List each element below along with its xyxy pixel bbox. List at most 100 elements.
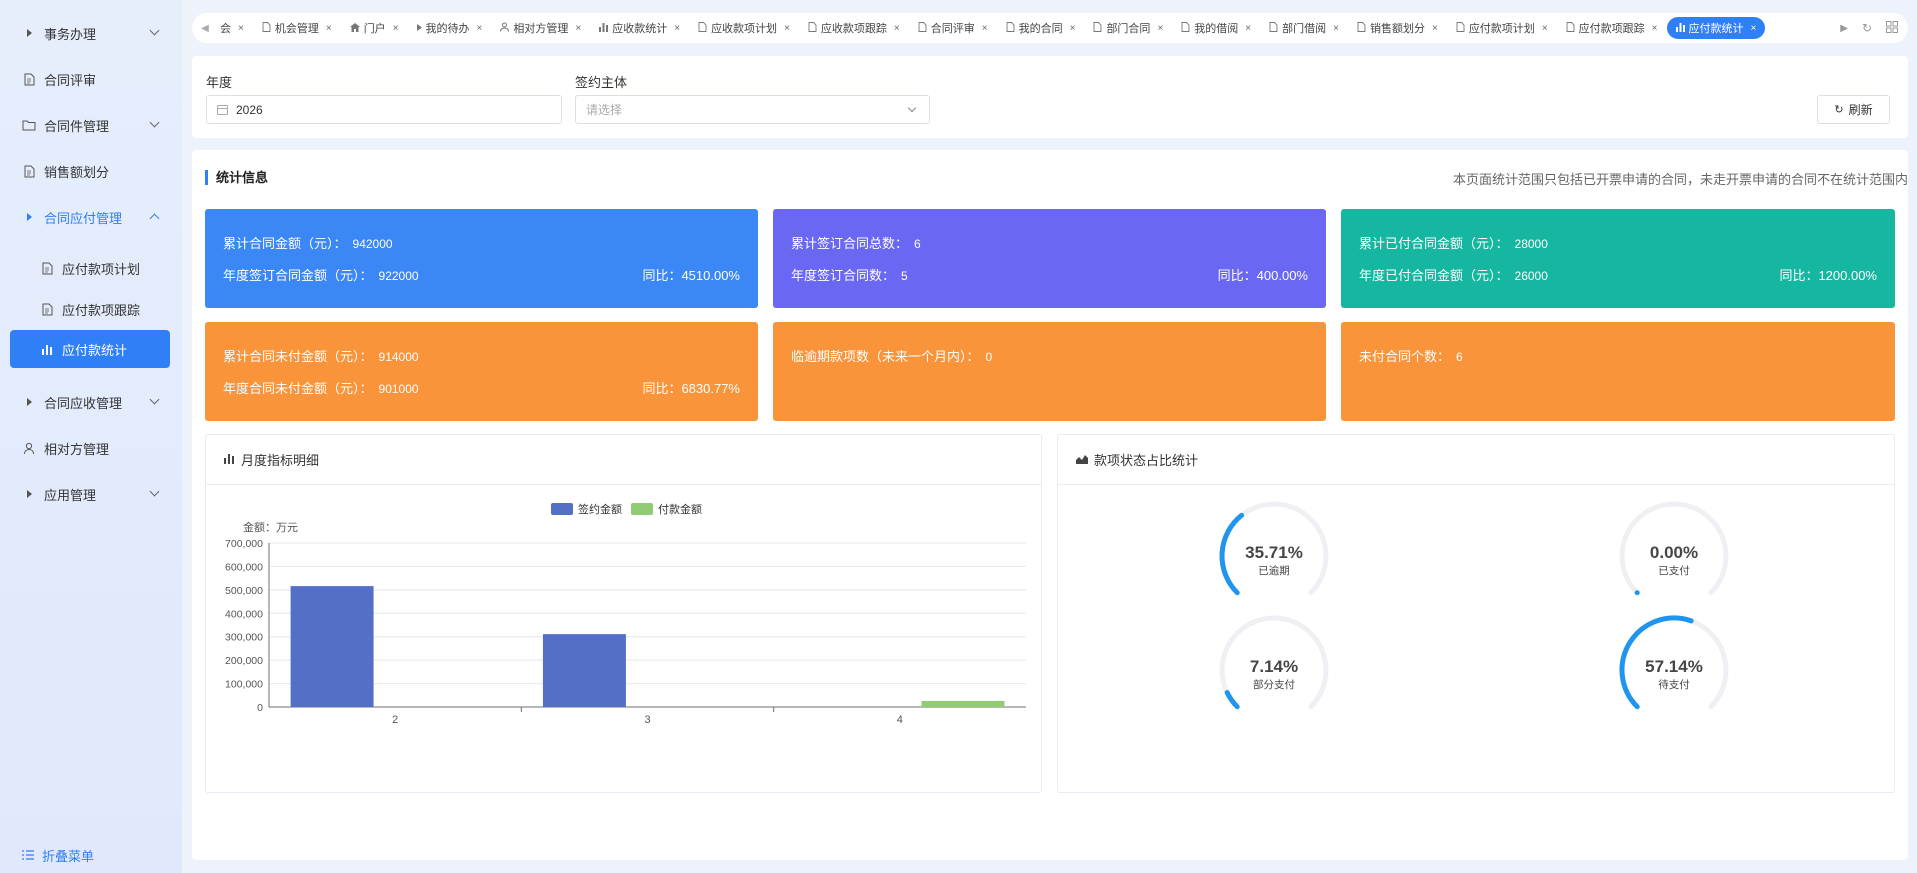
bar-chart: 签约金额 付款金额金额：万元 0 100,000 200,000 300,000 400,0…	[225, 502, 1026, 726]
gauge-progress	[1219, 512, 1245, 596]
close-icon[interactable]: ×	[393, 23, 399, 34]
collapse-menu-button[interactable]: 折叠菜单	[22, 846, 94, 865]
y-tick-label: 200,000	[225, 655, 263, 667]
tab-item[interactable]: 销售额划分 ×	[1348, 17, 1447, 39]
tab-item[interactable]: 应收款项计划 ×	[689, 17, 799, 39]
sidebar-item-contract-review[interactable]: 合同评审	[10, 60, 170, 98]
tab-label: 我的合同	[1018, 23, 1063, 35]
tab-item[interactable]: 我的合同 ×	[997, 17, 1085, 39]
y-tick-label: 500,000	[225, 585, 263, 597]
sidebar-item-counterparty[interactable]: 相对方管理	[10, 429, 170, 467]
sidebar-item-payables[interactable]: 合同应付管理	[10, 198, 170, 236]
close-icon[interactable]: ×	[784, 23, 790, 34]
close-icon[interactable]: ×	[238, 23, 244, 34]
sidebar-item-label: 合同应付管理	[44, 210, 123, 226]
stat-yoy: 同比：1200.00%	[1779, 268, 1877, 283]
sidebar-item-payment-plan[interactable]: 应付款项计划	[10, 249, 170, 287]
tab-item[interactable]: 合同评审 ×	[909, 17, 997, 39]
sidebar: 事务办理 合同评审 合同件管理 销售额划分 合同应付管理 应付款项计划 应付款项…	[0, 0, 182, 873]
tab-item[interactable]: 应收款项跟踪 ×	[799, 17, 909, 39]
refresh-button[interactable]: ↻ 刷新	[1817, 95, 1890, 124]
close-icon[interactable]: ×	[575, 23, 581, 34]
entity-select[interactable]: 请选择	[575, 95, 930, 124]
tab-label: 相对方管理	[513, 23, 569, 35]
gauge-progress	[1224, 690, 1240, 710]
sidebar-item-label: 销售额划分	[44, 164, 110, 180]
document-icon	[262, 22, 271, 34]
stat-line-1: 累计合同未付金额（元）： 914000	[223, 346, 419, 365]
year-picker[interactable]: 2026	[206, 95, 562, 124]
legend-swatch	[551, 503, 573, 515]
collapse-menu-label: 折叠菜单	[42, 849, 95, 864]
tab-item[interactable]: 应付款统计 ×	[1666, 17, 1766, 39]
sidebar-item-contract-files[interactable]: 合同件管理	[10, 106, 170, 144]
close-icon[interactable]: ×	[674, 23, 680, 34]
close-icon[interactable]: ×	[982, 23, 988, 34]
sidebar-item-app-management[interactable]: 应用管理	[10, 475, 170, 513]
year-value: 2026	[236, 102, 263, 117]
reload-icon[interactable]: ↻	[1862, 21, 1872, 35]
tab-item[interactable]: 我的借阅 ×	[1172, 17, 1260, 39]
bar-chart-icon	[599, 22, 609, 34]
gauge-value: 57.14%	[1645, 657, 1703, 676]
close-icon[interactable]: ×	[1333, 23, 1339, 34]
tab-label: 我的待办	[425, 23, 470, 35]
monthly-metrics-panel: 月度指标明细 签约金额 付款金额 金额：万元 0 100,000 200,000 300,0…	[205, 434, 1042, 793]
stat-value: 26000	[1514, 269, 1548, 283]
tab-item[interactable]: 部门借阅 ×	[1260, 17, 1348, 39]
close-icon[interactable]: ×	[1542, 23, 1548, 34]
stat-line-1: 未付合同个数： 6	[1359, 346, 1463, 365]
sidebar-item-sales-division[interactable]: 销售额划分	[10, 152, 170, 190]
area-chart-icon	[1076, 452, 1088, 467]
tab-label: 会	[220, 23, 231, 35]
sidebar-item-payment-tracking[interactable]: 应付款项跟踪	[10, 290, 170, 328]
sidebar-item-label: 合同应收管理	[44, 395, 123, 411]
tab-item[interactable]: 应付款项跟踪 ×	[1557, 17, 1667, 39]
list-icon	[22, 848, 34, 863]
home-icon	[349, 22, 360, 34]
tab-item[interactable]: 相对方管理 ×	[491, 17, 590, 39]
tab-label: 销售额划分	[1369, 23, 1425, 35]
stat-line-2: 年度合同未付金额（元）： 901000	[223, 378, 419, 397]
tab-item[interactable]: 我的待办 ×	[408, 17, 492, 39]
stat-value: 942000	[352, 237, 393, 251]
stat-yoy: 同比：4510.00%	[642, 268, 740, 283]
sidebar-item-receivables[interactable]: 合同应收管理	[10, 383, 170, 421]
grid-icon[interactable]	[1886, 20, 1898, 36]
stat-label: 年度合同未付金额（元）：	[223, 381, 373, 396]
close-icon[interactable]: ×	[1432, 23, 1438, 34]
close-icon[interactable]: ×	[1245, 23, 1251, 34]
close-icon[interactable]: ×	[1751, 23, 1757, 34]
stat-label: 年度已付合同金额（元）：	[1359, 268, 1509, 283]
close-icon[interactable]: ×	[477, 23, 483, 34]
tab-item[interactable]: 应收款统计 ×	[590, 17, 689, 39]
gauge-progress	[1634, 590, 1640, 596]
stat-value: 6	[1456, 350, 1463, 364]
tab-item[interactable]: 门户 ×	[341, 17, 408, 39]
stat-line-1: 累计已付合同金额（元）： 28000	[1359, 233, 1548, 252]
close-icon[interactable]: ×	[894, 23, 900, 34]
close-icon[interactable]: ×	[1652, 23, 1658, 34]
close-icon[interactable]: ×	[326, 23, 332, 34]
sidebar-item-label: 事务办理	[44, 26, 97, 42]
tab-scroll-right-icon[interactable]: ▶	[1840, 23, 1848, 34]
tab-item[interactable]: 机会管理 ×	[253, 17, 341, 39]
close-icon[interactable]: ×	[1157, 23, 1163, 34]
stat-card: 累计签订合同总数： 6 年度签订合同数： 5 同比：400.00%	[773, 209, 1326, 308]
close-icon[interactable]: ×	[1070, 23, 1076, 34]
gauge-label: 已逾期	[1258, 564, 1290, 577]
document-icon	[1269, 22, 1278, 34]
stat-line-2: 年度签订合同金额（元）： 922000	[223, 265, 419, 284]
triangle-right-icon	[22, 26, 36, 40]
tab-item[interactable]: 部门合同 ×	[1084, 17, 1172, 39]
sidebar-item-label: 应付款统计	[62, 342, 128, 358]
sidebar-item-label: 合同件管理	[44, 118, 110, 134]
sidebar-item-affairs[interactable]: 事务办理	[10, 14, 170, 52]
sidebar-item-payment-stats[interactable]: 应付款统计	[10, 330, 170, 368]
tab-item[interactable]: 会 ×	[218, 17, 253, 39]
sidebar-item-label: 相对方管理	[44, 441, 110, 457]
gauge-value: 7.14%	[1250, 657, 1298, 676]
tab-scroll-left-icon[interactable]: ◀	[192, 23, 218, 34]
tab-item[interactable]: 应付款项计划 ×	[1447, 17, 1557, 39]
sidebar-item-label: 应付款项计划	[62, 261, 141, 277]
